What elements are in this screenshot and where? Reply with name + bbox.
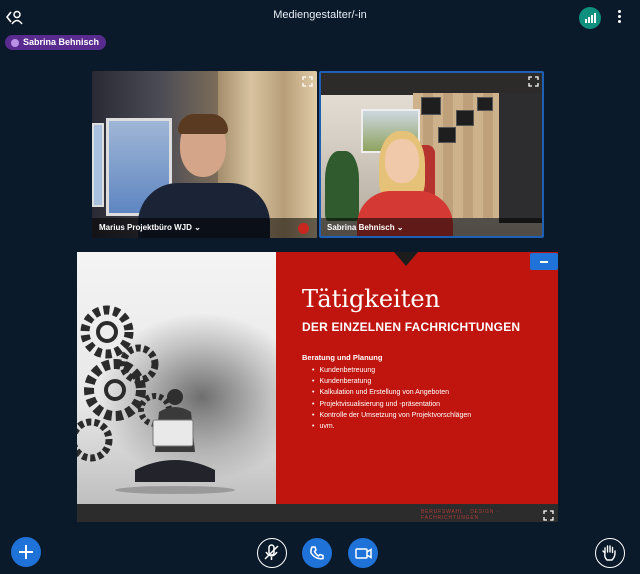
slide-section-heading: Beratung und Planung: [302, 353, 383, 362]
signal-bars-icon: [585, 13, 596, 23]
background-ceiling: [321, 73, 542, 95]
talking-indicator[interactable]: Sabrina Behnisch: [5, 35, 107, 50]
list-item: Projektvisualisierung und -präsentation: [312, 399, 471, 410]
minimize-presentation-button[interactable]: [530, 253, 558, 270]
presentation-area[interactable]: Tätigkeiten DER EINZELNEN FACHRICHTUNGEN…: [77, 252, 558, 522]
kebab-menu-icon[interactable]: [614, 9, 624, 27]
wall-picture: [456, 110, 474, 126]
share-webcam-button[interactable]: [348, 538, 378, 568]
list-item: Kundenberatung: [312, 376, 471, 387]
mic-icon: [11, 38, 19, 47]
video-tile-marius[interactable]: Marius Projektbüro WJD ⌄: [92, 71, 317, 238]
slide-title: Tätigkeiten: [302, 285, 441, 313]
hand-icon: [602, 545, 616, 561]
slide-subtitle: DER EINZELNEN FACHRICHTUNGEN: [302, 320, 521, 334]
talking-indicator-name: Sabrina Behnisch: [23, 37, 100, 47]
phone-icon: [310, 546, 324, 560]
fullscreen-icon[interactable]: [528, 74, 539, 87]
slide-bullet-list: Kundenbetreuung Kundenberatung Kalkulati…: [312, 365, 471, 432]
background-shelf: [499, 93, 542, 223]
wall-picture: [477, 97, 493, 111]
wall-picture: [438, 127, 456, 143]
list-item: uvm.: [312, 421, 471, 432]
participant-name[interactable]: Marius Projektbüro WJD ⌄: [99, 223, 201, 232]
meeting-title: Mediengestalter/-in: [273, 9, 367, 21]
top-bar: Mediengestalter/-in: [0, 0, 640, 34]
fullscreen-icon[interactable]: [543, 508, 554, 521]
slide-footer: BERUFSWAHL · DESIGN · FACHRICHTUNGEN: [421, 509, 499, 521]
list-item: Kontrolle der Umsetzung von Projektvorsc…: [312, 410, 471, 421]
gears-illustration: [77, 305, 235, 494]
mic-muted-icon: [298, 223, 309, 234]
video-tile-sabrina[interactable]: Sabrina Behnisch ⌄: [319, 71, 544, 238]
actions-button[interactable]: [11, 537, 41, 567]
leave-audio-button[interactable]: [302, 538, 332, 568]
raise-hand-button[interactable]: [595, 538, 625, 568]
mic-muted-icon: [264, 544, 279, 560]
unmute-button[interactable]: [257, 538, 287, 568]
camera-icon: [355, 548, 372, 559]
slide-image: [77, 252, 276, 504]
fullscreen-icon[interactable]: [302, 74, 313, 87]
list-item: Kalkulation und Erstellung von Angeboten: [312, 387, 471, 398]
background-window: [92, 123, 104, 207]
list-item: Kundenbetreuung: [312, 365, 471, 376]
participant-head: [385, 139, 419, 183]
plus-icon: [19, 545, 33, 559]
background-plant: [325, 151, 359, 221]
slide-notch: [394, 252, 418, 266]
minus-icon: [540, 261, 548, 263]
connection-status-button[interactable]: [579, 7, 601, 29]
wall-picture: [421, 97, 441, 115]
slide-content: Tätigkeiten DER EINZELNEN FACHRICHTUNGEN…: [276, 252, 558, 504]
participant-name[interactable]: Sabrina Behnisch ⌄: [327, 223, 404, 232]
participant-hair: [178, 114, 228, 134]
